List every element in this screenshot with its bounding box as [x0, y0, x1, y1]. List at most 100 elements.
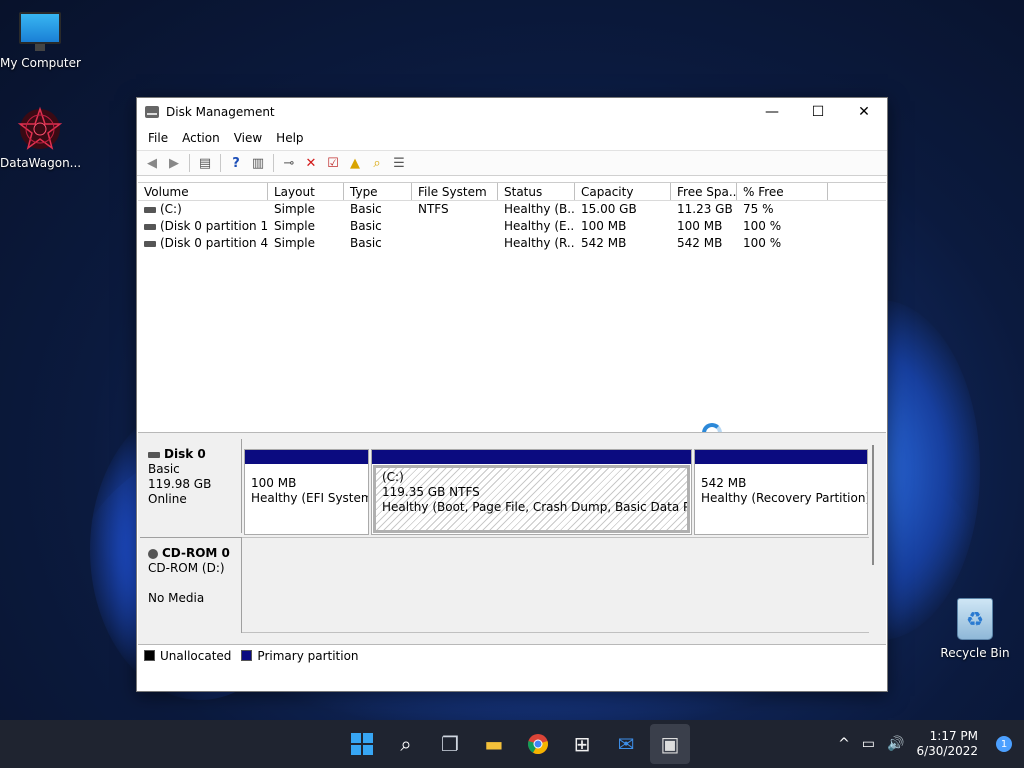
menu-view[interactable]: View	[227, 131, 269, 145]
start-icon[interactable]	[342, 724, 382, 764]
file-explorer-icon[interactable]: ▬	[474, 724, 514, 764]
partition-size: 119.35 GB NTFS	[382, 485, 480, 499]
toolbar: ◀ ▶ ▤ ? ▥ ⊸ ✕ ☑ ▲ ⌕ ☰	[137, 150, 887, 176]
status-cell: Healthy (R...	[504, 236, 575, 250]
capacity-cell: 542 MB	[581, 236, 627, 250]
forward-icon[interactable]: ▶	[163, 153, 185, 173]
recycle-bin-icon: ♻	[957, 598, 993, 640]
check-icon[interactable]: ☑	[322, 153, 344, 173]
partition-efi[interactable]: 100 MB Healthy (EFI System Partition)	[244, 449, 369, 535]
partition-c[interactable]: (C:) 119.35 GB NTFS Healthy (Boot, Page …	[371, 449, 692, 535]
list-icon[interactable]: ☰	[388, 153, 410, 173]
notification-badge[interactable]: 1	[996, 736, 1012, 752]
desktop-icon-my-computer[interactable]: My Computer	[0, 12, 81, 70]
table-row[interactable]: (Disk 0 partition 1) Simple Basic Health…	[138, 218, 886, 235]
search-icon[interactable]: ⌕	[386, 724, 426, 764]
table-row[interactable]: (C:) Simple Basic NTFS Healthy (B... 15.…	[138, 201, 886, 218]
column-layout[interactable]: Layout	[268, 183, 344, 200]
menu-bar: File Action View Help	[137, 126, 887, 150]
minimize-button[interactable]: —	[749, 98, 795, 126]
column-file-system[interactable]: File System	[412, 183, 498, 200]
monitor-icon	[19, 12, 61, 51]
search-folder-icon[interactable]: ⌕	[366, 153, 388, 173]
desktop-icon-recycle-bin[interactable]: ♻ Recycle Bin	[935, 598, 1015, 660]
disk-size: 119.98 GB	[148, 477, 212, 491]
partition-text: 542 MB Healthy (Recovery Partition)	[695, 464, 867, 506]
taskbar: ⌕ ❐ ▬ ⊞ ✉ ▣ ^ ▭ 🔊 1:17 PM 6/30/2022 1	[0, 720, 1024, 768]
chevron-up-icon[interactable]: ^	[838, 736, 850, 752]
mail-icon[interactable]: ✉	[606, 724, 646, 764]
capacity-cell: 100 MB	[581, 219, 627, 233]
volume-list-header: Volume Layout Type File System Status Ca…	[138, 183, 886, 201]
clock-time: 1:17 PM	[929, 729, 978, 743]
layout-cell: Simple	[274, 219, 315, 233]
properties-icon[interactable]: ▤	[194, 153, 216, 173]
column-status[interactable]: Status	[498, 183, 575, 200]
volume-icon[interactable]: 🔊	[887, 736, 904, 752]
volume-name: (Disk 0 partition 4)	[160, 236, 268, 250]
disk-management-icon[interactable]: ▣	[650, 724, 690, 764]
clock[interactable]: 1:17 PM 6/30/2022	[916, 729, 978, 759]
datawagon-star-icon	[17, 106, 63, 152]
partition-recovery[interactable]: 542 MB Healthy (Recovery Partition)	[694, 449, 868, 535]
legend-label: Unallocated	[160, 648, 232, 663]
store-icon[interactable]: ⊞	[562, 724, 602, 764]
disk-management-icon	[145, 106, 159, 118]
disk-0-partitions: 100 MB Healthy (EFI System Partition) (C…	[242, 439, 869, 535]
partition-status: Healthy (Recovery Partition)	[701, 491, 867, 505]
legend-primary: Primary partition	[241, 649, 359, 663]
maximize-button[interactable]: ☐	[795, 98, 841, 126]
vertical-scrollbar[interactable]	[872, 445, 874, 565]
disk-graphical-pane: Disk 0 Basic 119.98 GB Online 100 MB Hea…	[138, 432, 886, 666]
status-cell: Healthy (E...	[504, 219, 575, 233]
desktop-icon-label: My Computer	[0, 56, 81, 70]
delete-icon[interactable]: ✕	[300, 153, 322, 173]
file-system-cell	[412, 218, 498, 235]
volume-list: Volume Layout Type File System Status Ca…	[138, 182, 886, 443]
connect-icon[interactable]: ⊸	[278, 153, 300, 173]
disk-type: Basic	[148, 462, 180, 476]
column-type[interactable]: Type	[344, 183, 412, 200]
layout-cell: Simple	[274, 236, 315, 250]
column-free-space[interactable]: Free Spa...	[671, 183, 737, 200]
menu-help[interactable]: Help	[269, 131, 310, 145]
menu-file[interactable]: File	[141, 131, 175, 145]
disk-0-label[interactable]: Disk 0 Basic 119.98 GB Online	[140, 439, 242, 533]
file-system-cell: NTFS	[418, 202, 449, 216]
type-cell: Basic	[350, 202, 382, 216]
menu-action[interactable]: Action	[175, 131, 227, 145]
cdrom-0-label[interactable]: CD-ROM 0 CD-ROM (D:) No Media	[140, 537, 242, 633]
system-tray: ^ ▭ 🔊 1:17 PM 6/30/2022 1	[838, 720, 1024, 768]
column-volume[interactable]: Volume	[138, 183, 268, 200]
file-system-cell	[412, 235, 498, 252]
legend-swatch	[241, 650, 253, 661]
title-bar[interactable]: Disk Management — ☐ ✕	[137, 98, 887, 126]
primary-partition-bar	[372, 450, 691, 464]
desktop-icon-label: Recycle Bin	[940, 646, 1010, 660]
type-cell: Basic	[350, 236, 382, 250]
column-percent-free[interactable]: % Free	[737, 183, 828, 200]
table-row[interactable]: (Disk 0 partition 4) Simple Basic Health…	[138, 235, 886, 252]
network-icon[interactable]: ▭	[862, 736, 875, 752]
chrome-icon[interactable]	[518, 724, 558, 764]
free-space-cell: 11.23 GB	[677, 202, 733, 216]
cdrom-state: No Media	[148, 591, 205, 605]
view-icon[interactable]: ▥	[247, 153, 269, 173]
volume-icon	[144, 223, 156, 230]
legend: Unallocated Primary partition	[138, 644, 886, 666]
disk-name: Disk 0	[164, 447, 206, 461]
close-button[interactable]: ✕	[841, 98, 887, 126]
folder-up-icon[interactable]: ▲	[344, 153, 366, 173]
clock-date: 6/30/2022	[916, 744, 978, 758]
back-icon[interactable]: ◀	[141, 153, 163, 173]
primary-partition-bar	[695, 450, 867, 464]
task-view-icon[interactable]: ❐	[430, 724, 470, 764]
help-icon[interactable]: ?	[225, 153, 247, 173]
column-capacity[interactable]: Capacity	[575, 183, 671, 200]
percent-free-cell: 100 %	[743, 219, 782, 233]
percent-free-cell: 75 %	[743, 202, 774, 216]
legend-unallocated: Unallocated	[144, 649, 231, 663]
disk-icon	[148, 451, 160, 458]
taskbar-apps: ⌕ ❐ ▬ ⊞ ✉ ▣	[340, 724, 692, 764]
desktop-icon-datawagon[interactable]: DataWagon...	[0, 106, 81, 170]
